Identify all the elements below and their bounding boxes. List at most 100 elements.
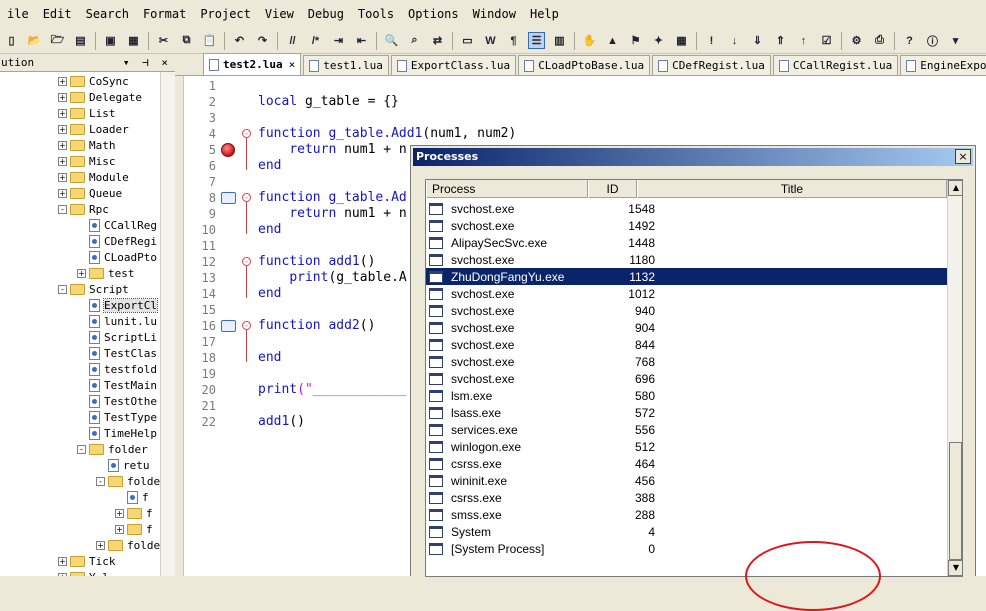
menu-item-window[interactable]: Window bbox=[466, 0, 523, 28]
hand-icon[interactable]: ✋ bbox=[581, 32, 598, 49]
tree-folder[interactable]: + Tick bbox=[58, 553, 116, 569]
tree-folder[interactable]: - Script bbox=[58, 281, 129, 297]
tree-folder[interactable]: + Queue bbox=[58, 185, 122, 201]
tree-file[interactable]: TestOthe bbox=[77, 393, 157, 409]
code-line[interactable]: print(g_table.A bbox=[258, 270, 406, 286]
expand-toggle-icon[interactable]: + bbox=[58, 556, 67, 566]
code-line[interactable]: end bbox=[258, 286, 281, 302]
more-icon[interactable]: ▾ bbox=[947, 32, 964, 49]
menu-item-edit[interactable]: Edit bbox=[36, 0, 79, 28]
calculator-icon[interactable]: ▦ bbox=[673, 32, 690, 49]
process-row[interactable]: svchost.exe 1548 bbox=[426, 200, 947, 217]
process-row[interactable]: svchost.exe 940 bbox=[426, 302, 947, 319]
expand-toggle-icon[interactable]: + bbox=[58, 140, 67, 150]
expand-toggle-icon[interactable]: - bbox=[58, 204, 67, 214]
tree-folder[interactable]: + folde bbox=[96, 537, 160, 553]
column-header-id[interactable]: ID bbox=[588, 180, 637, 198]
fold-toggle-icon[interactable]: - bbox=[242, 321, 251, 330]
column-icon[interactable]: ▥ bbox=[551, 32, 568, 49]
print-icon[interactable]: ⎙ bbox=[871, 32, 888, 49]
breakpoint-icon[interactable] bbox=[221, 143, 235, 157]
step-out-icon[interactable]: ⇑ bbox=[772, 32, 789, 49]
tab-close-icon[interactable]: × bbox=[289, 58, 296, 71]
scroll-up-button[interactable]: ▲ bbox=[948, 180, 962, 196]
expand-toggle-icon[interactable]: + bbox=[58, 572, 67, 576]
expand-toggle-icon[interactable]: - bbox=[58, 284, 67, 294]
code-line[interactable]: add1() bbox=[258, 414, 305, 430]
tree-folder[interactable]: + test bbox=[77, 265, 135, 281]
process-row[interactable]: ZhuDongFangYu.exe 1132 bbox=[426, 268, 947, 285]
process-row[interactable]: AlipaySecSvc.exe 1448 bbox=[426, 234, 947, 251]
code-line[interactable]: return num1 + n bbox=[258, 142, 406, 158]
tree-folder[interactable]: + CoSync bbox=[58, 73, 129, 89]
find-icon[interactable]: 🔍 bbox=[383, 32, 400, 49]
menu-item-format[interactable]: Format bbox=[136, 0, 193, 28]
expand-toggle-icon[interactable]: + bbox=[58, 124, 67, 134]
code-line[interactable]: end bbox=[258, 158, 281, 174]
tree-file[interactable]: lunit.lu bbox=[77, 313, 157, 329]
uncomment-icon[interactable]: /* bbox=[307, 32, 324, 49]
redo-icon[interactable]: ↷ bbox=[254, 32, 271, 49]
toggle-output-icon[interactable]: ▭ bbox=[459, 32, 476, 49]
menu-item-debug[interactable]: Debug bbox=[301, 0, 351, 28]
tree-file[interactable]: retu bbox=[96, 457, 150, 473]
menu-item-help[interactable]: Help bbox=[523, 0, 566, 28]
tree-folder[interactable]: + Y-l bbox=[58, 569, 109, 576]
code-line[interactable]: end bbox=[258, 222, 281, 238]
tree-folder[interactable]: + Loader bbox=[58, 121, 129, 137]
tab-cdefregist-lua[interactable]: CDefRegist.lua bbox=[652, 55, 771, 75]
expand-toggle-icon[interactable]: + bbox=[96, 540, 105, 550]
column-header-title[interactable]: Title bbox=[637, 180, 947, 198]
tree-file[interactable]: TestClas bbox=[77, 345, 157, 361]
tab-test2-lua[interactable]: test2.lua × bbox=[203, 53, 302, 75]
help-icon[interactable]: ? bbox=[901, 32, 918, 49]
tab-cloadptobase-lua[interactable]: CLoadPtoBase.lua bbox=[518, 55, 651, 75]
tree-folder[interactable]: + List bbox=[58, 105, 116, 121]
bookmark-icon[interactable] bbox=[221, 320, 236, 332]
line-number-icon[interactable]: ☰ bbox=[528, 32, 545, 49]
expand-toggle-icon[interactable]: + bbox=[58, 172, 67, 182]
process-row[interactable]: svchost.exe 844 bbox=[426, 336, 947, 353]
outdent-icon[interactable]: ⇤ bbox=[353, 32, 370, 49]
step-return-icon[interactable]: ↑ bbox=[795, 32, 812, 49]
tree-file[interactable]: testfold bbox=[77, 361, 157, 377]
process-row[interactable]: [System Process] 0 bbox=[426, 540, 947, 557]
tab-ccallregist-lua[interactable]: CCallRegist.lua bbox=[772, 55, 899, 75]
expand-toggle-icon[interactable]: + bbox=[58, 188, 67, 198]
process-row[interactable]: winlogon.exe 512 bbox=[426, 438, 947, 455]
process-row[interactable]: svchost.exe 1012 bbox=[426, 285, 947, 302]
tree-file[interactable]: ExportCl bbox=[77, 297, 158, 313]
expand-toggle-icon[interactable]: - bbox=[96, 476, 105, 486]
tree-file[interactable]: CCallReg bbox=[77, 217, 157, 233]
code-line[interactable]: end bbox=[258, 350, 281, 366]
expand-toggle-icon[interactable]: + bbox=[58, 156, 67, 166]
new-file-icon[interactable]: ▯ bbox=[3, 32, 20, 49]
undo-icon[interactable]: ↶ bbox=[231, 32, 248, 49]
expand-toggle-icon[interactable]: + bbox=[58, 108, 67, 118]
watch-icon[interactable]: ☑ bbox=[818, 32, 835, 49]
save-all-icon[interactable]: ▦ bbox=[125, 32, 142, 49]
code-line[interactable]: local g_table = {} bbox=[258, 94, 399, 110]
settings-icon[interactable]: ⚙ bbox=[848, 32, 865, 49]
code-line[interactable]: return num1 + n bbox=[258, 206, 406, 222]
tree-folder[interactable]: + Module bbox=[58, 169, 129, 185]
process-list-scrollbar[interactable]: ▲ ▼ bbox=[947, 180, 962, 576]
expand-toggle-icon[interactable]: - bbox=[77, 444, 86, 454]
tree-folder[interactable]: - folder bbox=[77, 441, 148, 457]
tree-folder[interactable]: - folde bbox=[96, 473, 160, 489]
process-row[interactable]: csrss.exe 388 bbox=[426, 489, 947, 506]
process-row[interactable]: lsm.exe 580 bbox=[426, 387, 947, 404]
scroll-thumb[interactable] bbox=[949, 442, 962, 560]
menu-item-tools[interactable]: Tools bbox=[351, 0, 401, 28]
close-button[interactable]: × bbox=[955, 149, 971, 164]
paste-icon[interactable]: 📋 bbox=[201, 32, 218, 49]
expand-toggle-icon[interactable]: + bbox=[115, 524, 124, 534]
save-icon[interactable]: ▣ bbox=[102, 32, 119, 49]
bookmark-icon[interactable] bbox=[221, 192, 236, 204]
process-row[interactable]: smss.exe 288 bbox=[426, 506, 947, 523]
tree-file[interactable]: TestMain bbox=[77, 377, 157, 393]
menu-item-ile[interactable]: ile bbox=[0, 0, 36, 28]
code-line[interactable]: function g_table.Ad bbox=[258, 190, 407, 206]
process-row[interactable]: System 4 bbox=[426, 523, 947, 540]
tree-file[interactable]: f bbox=[115, 489, 149, 505]
